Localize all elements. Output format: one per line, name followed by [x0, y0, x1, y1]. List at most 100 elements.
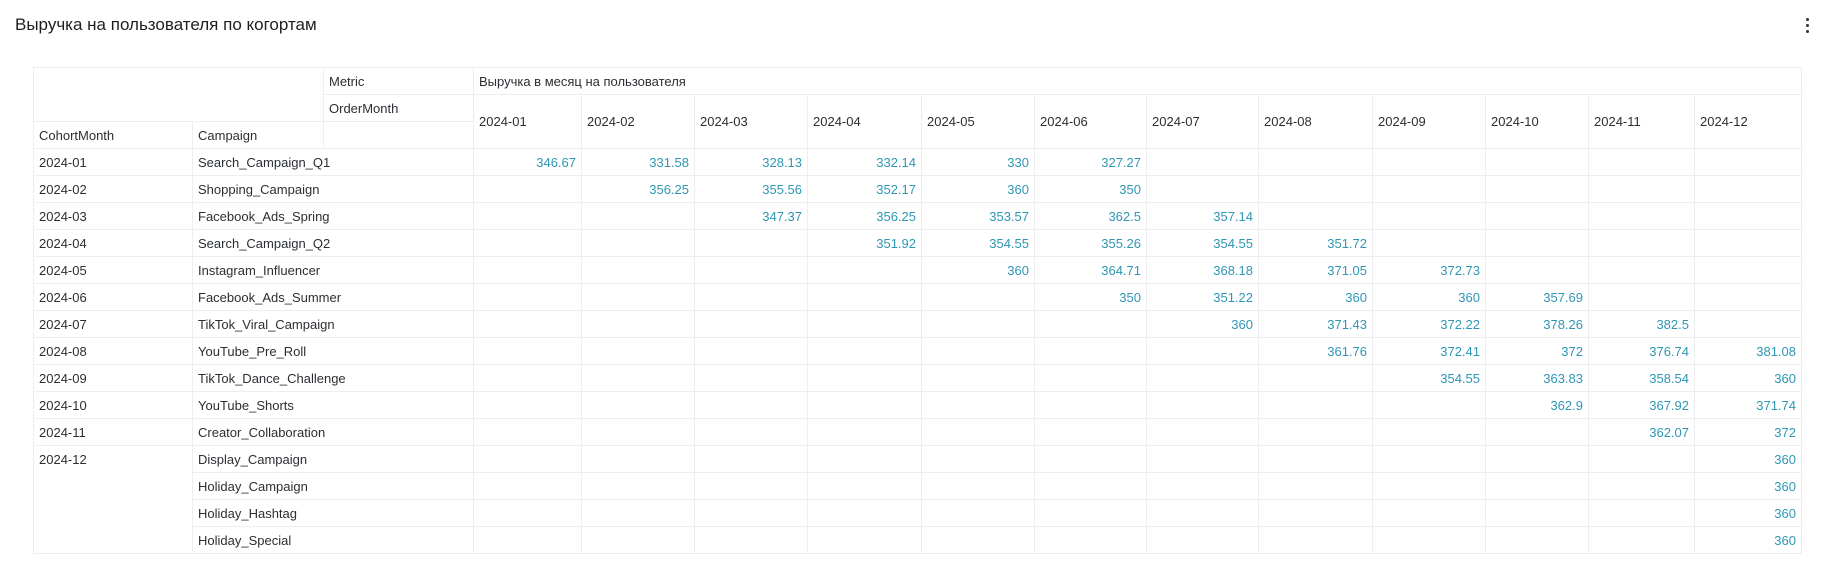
value-cell [1588, 445, 1695, 473]
header-row-metric: Metric Выручка в месяц на пользователя [33, 67, 1802, 122]
value-cell [1372, 148, 1486, 176]
value-cell [1372, 526, 1486, 554]
value-cell: 360 [1694, 472, 1802, 500]
cohort-cell: 2024-06 [33, 283, 193, 311]
value-cell [921, 337, 1035, 365]
value-cell [1372, 229, 1486, 257]
value-cell: 371.05 [1258, 256, 1373, 284]
value-cell: 368.18 [1146, 256, 1259, 284]
value-cell: 362.9 [1485, 391, 1589, 419]
value-cell [694, 472, 808, 500]
value-cell: 354.55 [1372, 364, 1486, 392]
campaign-cell: TikTok_Viral_Campaign [192, 310, 474, 338]
table-row: 2024-03 Facebook_Ads_Spring 347.37 356.25 35… [33, 202, 1802, 230]
value-cell [1694, 148, 1802, 176]
table-row: Holiday_Special 360 [34, 526, 1802, 554]
cohort-cell: 2024-03 [33, 202, 193, 230]
value-cell [921, 526, 1035, 554]
value-cell [1258, 364, 1373, 392]
value-cell [581, 337, 695, 365]
month-header[interactable]: 2024-04 [807, 94, 922, 149]
value-cell: 330 [921, 148, 1035, 176]
month-header[interactable]: 2024-08 [1258, 94, 1373, 149]
value-cell [473, 256, 582, 284]
value-cell [807, 499, 922, 527]
value-cell [807, 256, 922, 284]
value-cell: 362.5 [1034, 202, 1147, 230]
value-cell [1372, 445, 1486, 473]
value-cell [1485, 472, 1589, 500]
value-cell [694, 229, 808, 257]
more-options-icon[interactable] [1797, 13, 1817, 37]
campaign-cell: Search_Campaign_Q2 [192, 229, 474, 257]
campaign-cell: Holiday_Hashtag [192, 499, 474, 527]
value-cell [1146, 148, 1259, 176]
value-cell [581, 499, 695, 527]
value-cell [1588, 175, 1695, 203]
value-cell [1694, 229, 1802, 257]
value-cell [1485, 499, 1589, 527]
month-header[interactable]: 2024-12 [1694, 94, 1802, 149]
table-row: 2024-08 YouTube_Pre_Roll 361.76 372.41 372 37… [33, 337, 1802, 365]
month-header[interactable]: 2024-01 [473, 94, 582, 149]
value-cell [807, 337, 922, 365]
value-cell [1146, 175, 1259, 203]
value-cell: 356.25 [581, 175, 695, 203]
value-cell [1485, 202, 1589, 230]
value-cell [694, 256, 808, 284]
value-cell [694, 445, 808, 473]
value-cell [1146, 472, 1259, 500]
value-cell: 360 [1694, 499, 1802, 527]
month-header[interactable]: 2024-10 [1485, 94, 1589, 149]
value-cell: 360 [921, 175, 1035, 203]
value-cell [1372, 472, 1486, 500]
month-header[interactable]: 2024-07 [1146, 94, 1259, 149]
month-header[interactable]: 2024-11 [1588, 94, 1695, 149]
table-row: 2024-12 Display_Campaign 360 [33, 445, 1802, 554]
header-corner [33, 67, 324, 122]
cohort-cell: 2024-10 [33, 391, 193, 419]
value-cell [807, 391, 922, 419]
value-cell: 381.08 [1694, 337, 1802, 365]
value-cell [1694, 283, 1802, 311]
value-cell [694, 283, 808, 311]
value-cell: 354.55 [921, 229, 1035, 257]
cohort-cell: 2024-04 [33, 229, 193, 257]
value-cell [473, 175, 582, 203]
campaign-cell: Search_Campaign_Q1 [192, 148, 474, 176]
value-cell: 371.74 [1694, 391, 1802, 419]
table-row: 2024-04 Search_Campaign_Q2 351.92 354.55 355… [33, 229, 1802, 257]
value-cell: 362.07 [1588, 418, 1695, 446]
month-header[interactable]: 2024-03 [694, 94, 808, 149]
value-cell: 350 [1034, 283, 1147, 311]
value-cell [581, 310, 695, 338]
value-cell [1258, 175, 1373, 203]
month-header[interactable]: 2024-06 [1034, 94, 1147, 149]
value-cell [1588, 499, 1695, 527]
value-cell [921, 499, 1035, 527]
month-header[interactable]: 2024-02 [581, 94, 695, 149]
value-cell: 332.14 [807, 148, 922, 176]
value-cell [1258, 445, 1373, 473]
value-cell: 361.76 [1258, 337, 1373, 365]
table-row: 2024-11 Creator_Collaboration 362.07 372 [33, 418, 1802, 446]
value-cell: 372.22 [1372, 310, 1486, 338]
cohort-cell: 2024-07 [33, 310, 193, 338]
campaign-cell: Instagram_Influencer [192, 256, 474, 284]
value-cell [1694, 175, 1802, 203]
value-cell: 378.26 [1485, 310, 1589, 338]
campaign-cell: Facebook_Ads_Spring [192, 202, 474, 230]
value-cell [1258, 202, 1373, 230]
campaign-label: Campaign [192, 121, 324, 149]
value-cell [1258, 148, 1373, 176]
month-header[interactable]: 2024-09 [1372, 94, 1486, 149]
value-cell [694, 310, 808, 338]
campaign-cell: YouTube_Pre_Roll [192, 337, 474, 365]
value-cell: 351.92 [807, 229, 922, 257]
campaign-cell: Facebook_Ads_Summer [192, 283, 474, 311]
table-row: Holiday_Hashtag 360 [34, 499, 1802, 527]
value-cell [581, 364, 695, 392]
pivot-body: 2024-01 Search_Campaign_Q1 346.67 331.58 328… [33, 148, 1802, 554]
month-header[interactable]: 2024-05 [921, 94, 1035, 149]
value-cell [1588, 202, 1695, 230]
